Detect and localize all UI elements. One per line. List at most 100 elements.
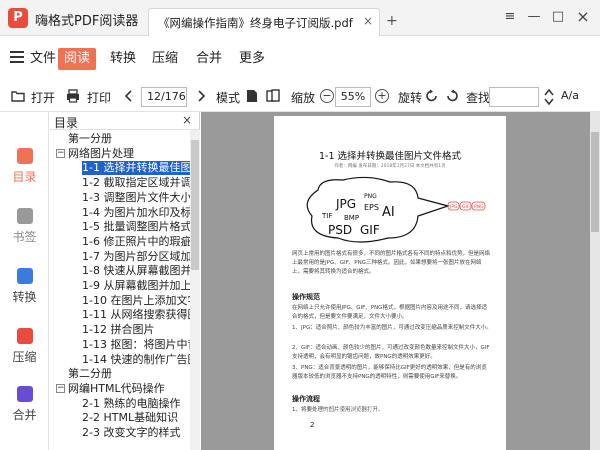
outline-item[interactable]: 1-10 在图片上添加文字 [82, 294, 190, 308]
rotate-label: 旋转 [398, 91, 423, 105]
single-page-icon[interactable] [244, 88, 260, 104]
outline-item[interactable]: 1-4 为图片加水印及标志 [82, 206, 190, 220]
sidebar-item-compress[interactable]: 压缩 [0, 318, 49, 364]
outline-item[interactable]: 1-11 从网络搜索获得图片 [82, 308, 190, 322]
page-heading: 1-1 选择并转换最佳图片文件格式 [318, 151, 462, 162]
collapse-toggle-icon[interactable]: − [56, 148, 65, 158]
outline-volume[interactable]: 第一分册 [68, 132, 190, 146]
outline-volume[interactable]: 第二分册 [68, 367, 190, 381]
outline-item[interactable]: 1-9 从屏幕截图并加上标记 [82, 279, 190, 293]
search-input[interactable] [489, 87, 539, 107]
close-button[interactable]: × [571, 6, 595, 28]
outline-item[interactable]: 1-14 快速的制作广告图片 [82, 353, 190, 367]
outline-item[interactable]: 2-2 HTML基础知识 [82, 411, 190, 425]
outline-item[interactable]: 1-7 为图片部分区域加马赛克 [82, 250, 190, 264]
page-section-heading: 操作规范 [292, 293, 320, 301]
page-intro: 网页上常用的图片格式有很多，不同的图片格式各有不同的特点和优势，但是网络上最常用… [292, 251, 491, 275]
sidebar-item-convert[interactable]: 转换 [0, 258, 49, 304]
close-outline-icon[interactable]: × [182, 113, 192, 127]
outline-item[interactable]: 2-1 熟练的电脑操作 [82, 397, 190, 411]
font-size-button[interactable]: A/a [561, 89, 579, 102]
outline-item[interactable]: 1-13 抠图：将图片中背景去除 [82, 338, 190, 352]
format-diagram: JPG PNG EPS AI BMP TIF PSD GIF JPG GIF P… [306, 176, 486, 243]
sidebar-item-merge[interactable]: 合并 [0, 376, 49, 422]
menu-compress[interactable]: 压缩 [146, 48, 184, 70]
diagram-word: PNG [364, 193, 377, 200]
app-title: 嗨格式PDF阅读器 [35, 14, 139, 29]
outline-item[interactable]: 1-1 选择并转换最佳图片文件格式 [82, 161, 190, 176]
zoom-label: 缩放 [291, 91, 316, 105]
outline-item[interactable]: 1-6 修正照片中的瑕疵及斑点 [82, 235, 190, 249]
sidebar-item-toc[interactable]: 目录 [0, 138, 49, 184]
page-meta: 作者：网编 发布日期：2018年1月27日 本文档共有1页 [334, 164, 446, 169]
bookmark-icon [16, 208, 33, 224]
outline-chapter[interactable]: 网编HTML代码操作 [68, 382, 190, 396]
outline-item[interactable]: 1-8 快速从屏幕截图并加上标记 [82, 264, 190, 278]
page-section-heading: 操作流程 [292, 395, 320, 403]
double-page-icon[interactable] [265, 88, 281, 104]
new-tab-icon[interactable]: + [386, 13, 398, 29]
previous-page-icon[interactable] [121, 88, 137, 104]
outline-item[interactable]: 1-3 调整图片文件大小 [82, 191, 190, 205]
zoom-out-button[interactable]: − [320, 89, 334, 103]
outline-tree: 第一分册网络图片处理−1-1 选择并转换最佳图片文件格式1-2 截取指定区域并调… [50, 130, 190, 450]
outline-header: 目录 × [50, 112, 200, 130]
document-tab[interactable]: 《网编操作指南》终身电子订阅版.pdf × [148, 8, 380, 36]
mode-label[interactable]: 模式 [216, 89, 240, 106]
document-scrollbar[interactable] [590, 112, 600, 450]
page-number-input[interactable]: 12/176 [141, 87, 187, 107]
left-sidebar: 目录 书签 转换 压缩 合并 [0, 112, 49, 450]
compress-icon [16, 328, 33, 344]
diagram-word: PSD [328, 223, 352, 237]
open-button[interactable]: 打开 [31, 89, 55, 106]
diagram-word: TIF [321, 212, 332, 220]
menu-merge[interactable]: 合并 [190, 48, 228, 70]
print-button[interactable]: 打印 [87, 89, 111, 106]
sidebar-item-label: 目录 [12, 170, 37, 184]
menu-more[interactable]: 更多 [233, 48, 271, 70]
menu-icon[interactable]: ≡ [498, 6, 522, 28]
outline-scrollbar-thumb[interactable] [191, 140, 199, 270]
diagram-word: BMP [344, 214, 359, 222]
sidebar-item-bookmark[interactable]: 书签 [0, 198, 49, 244]
outline-scrollbar[interactable] [190, 130, 200, 450]
next-page-icon[interactable] [193, 88, 209, 104]
document-view[interactable]: 1-1 选择并转换最佳图片文件格式 作者：网编 发布日期：2018年1月27日 … [201, 112, 600, 450]
rotate-right-icon[interactable] [444, 88, 460, 104]
outline-item[interactable]: 1-12 拼合图片 [82, 323, 190, 337]
rotate-left-icon[interactable] [424, 88, 440, 104]
outline-item[interactable]: 2-3 改变文字的样式 [82, 426, 190, 440]
diagram-word: GIF [360, 223, 380, 237]
page-number: 2 [310, 421, 315, 429]
print-icon[interactable] [65, 88, 81, 104]
outline-panel: 目录 × 第一分册网络图片处理−1-1 选择并转换最佳图片文件格式1-2 截取指… [50, 112, 200, 450]
minimize-button[interactable]: — [522, 6, 546, 28]
diagram-target: GIF [462, 204, 470, 210]
outline-item[interactable]: 1-2 截取指定区域并调整大小 [82, 176, 190, 190]
diagram-word: EPS [364, 203, 379, 212]
toc-icon [16, 148, 33, 164]
hamburger-icon[interactable] [10, 51, 24, 63]
zoom-in-button[interactable]: + [375, 89, 389, 103]
menu-read[interactable]: 阅读 [58, 48, 97, 70]
sidebar-item-label: 转换 [12, 290, 37, 304]
menu-convert[interactable]: 转换 [104, 48, 142, 70]
app-window: P 嗨格式PDF阅读器 《网编操作指南》终身电子订阅版.pdf × + ≡ — … [0, 0, 600, 450]
close-tab-icon[interactable]: × [363, 14, 373, 28]
document-scrollbar-thumb[interactable] [591, 132, 599, 232]
open-icon[interactable] [10, 88, 26, 104]
diagram-word: JPG [335, 197, 356, 211]
outline-chapter[interactable]: 网络图片处理 [68, 147, 190, 161]
pdf-page: 1-1 选择并转换最佳图片文件格式 作者：网编 发布日期：2018年1月27日 … [274, 116, 506, 450]
sidebar-item-label: 合并 [12, 408, 37, 422]
maximize-button[interactable]: □ [546, 6, 570, 28]
menu-file[interactable]: 文件 [24, 48, 62, 70]
search-prev-next-icon[interactable] [543, 87, 555, 107]
zoom-level-input[interactable]: 55% [335, 87, 371, 107]
title-bar: P 嗨格式PDF阅读器 《网编操作指南》终身电子订阅版.pdf × + ≡ — … [0, 0, 600, 36]
page-paragraph: 在网络上只允许使用JPG、GIF、PNG格式，根据图片内容及用途不同，请选择适合… [292, 305, 487, 320]
merge-icon [16, 386, 33, 402]
toolbar: 打开 打印 12/176 模式 缩放 − 55% + 旋转 查找 A/a [0, 82, 600, 112]
outline-item[interactable]: 1-5 批量调整图片格式、大小 [82, 220, 190, 234]
collapse-toggle-icon[interactable]: − [56, 383, 65, 393]
